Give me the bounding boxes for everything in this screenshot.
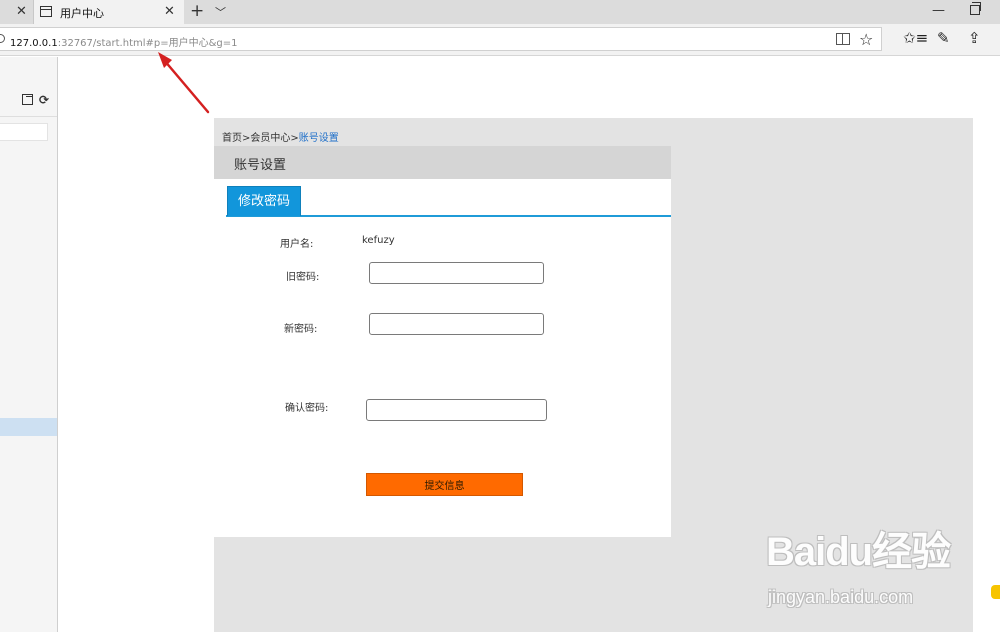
breadcrumb: 首页>会员中心>账号设置 xyxy=(222,129,339,144)
pen-icon[interactable]: ✎ xyxy=(937,29,950,47)
baidu-jingyan-watermark: Baidu经验 jingyan.baidu.com xyxy=(766,519,956,614)
close-icon[interactable]: ✕ xyxy=(164,4,175,19)
submit-button[interactable]: 提交信息 xyxy=(366,473,523,496)
tab-title: 用户中心 xyxy=(60,7,104,20)
sidebar-selected-item[interactable] xyxy=(0,418,57,436)
new-password-input[interactable] xyxy=(369,313,544,335)
watermark-url: jingyan.baidu.com xyxy=(768,587,914,607)
edge-badge-icon[interactable] xyxy=(991,585,1000,599)
active-tab[interactable]: 用户中心 ✕ xyxy=(34,0,184,24)
close-icon[interactable]: ✕ xyxy=(16,4,27,19)
minimize-icon[interactable]: — xyxy=(932,3,945,18)
page-title: 账号设置 xyxy=(234,158,287,173)
previous-tab[interactable]: ✕ xyxy=(0,0,34,24)
plus-icon[interactable]: + xyxy=(190,1,204,21)
page-icon xyxy=(40,6,52,17)
breadcrumb-current[interactable]: 账号设置 xyxy=(299,133,339,144)
old-password-label: 旧密码: xyxy=(286,272,320,283)
chevron-down-icon[interactable]: ﹀ xyxy=(215,4,226,20)
url-text[interactable]: 127.0.0.1:32767/start.html#p=用户中心&g=1 xyxy=(10,34,238,49)
annotation-arrow xyxy=(158,52,210,114)
username-value: kefuzy xyxy=(362,235,395,246)
breadcrumb-member[interactable]: 会员中心 xyxy=(250,133,290,144)
open-external-icon[interactable] xyxy=(22,94,33,105)
browser-window: ✕ 用户中心 ✕ + ﹀ — 127.0.0.1:32767/start.htm… xyxy=(0,0,1000,632)
tab-change-password[interactable]: 修改密码 xyxy=(227,186,301,216)
account-settings-panel: 修改密码 用户名: kefuzy 旧密码: 新密码: 确认密码: 提交信息 xyxy=(214,179,671,537)
star-icon[interactable]: ☆ xyxy=(859,30,873,49)
share-icon[interactable]: ⇪ xyxy=(968,29,981,47)
url-host: 127.0.0.1 xyxy=(10,38,58,49)
sidebar-divider xyxy=(0,116,57,117)
reading-view-icon[interactable] xyxy=(836,33,850,45)
tab-strip: ✕ 用户中心 ✕ + ﹀ — xyxy=(0,0,1000,24)
breadcrumb-separator: > xyxy=(290,133,299,144)
confirm-password-input[interactable] xyxy=(366,399,547,421)
refresh-icon[interactable] xyxy=(0,34,5,43)
restore-icon[interactable] xyxy=(970,2,981,15)
watermark-logo: Baidu经验 xyxy=(766,530,951,574)
sidebar-search-input[interactable] xyxy=(0,123,48,141)
panel-header: 账号设置 xyxy=(214,146,671,179)
confirm-password-label: 确认密码: xyxy=(285,403,329,414)
username-label: 用户名: xyxy=(280,239,314,250)
pin-icon[interactable]: ⟳ xyxy=(39,93,49,107)
favorites-icon[interactable]: ✩≡ xyxy=(903,29,928,47)
left-sidebar: ⟳ xyxy=(0,57,58,632)
breadcrumb-home[interactable]: 首页 xyxy=(222,133,242,144)
address-bar[interactable]: 127.0.0.1:32767/start.html#p=用户中心&g=1 ☆ xyxy=(0,27,882,51)
old-password-input[interactable] xyxy=(369,262,544,284)
new-password-label: 新密码: xyxy=(284,324,318,335)
